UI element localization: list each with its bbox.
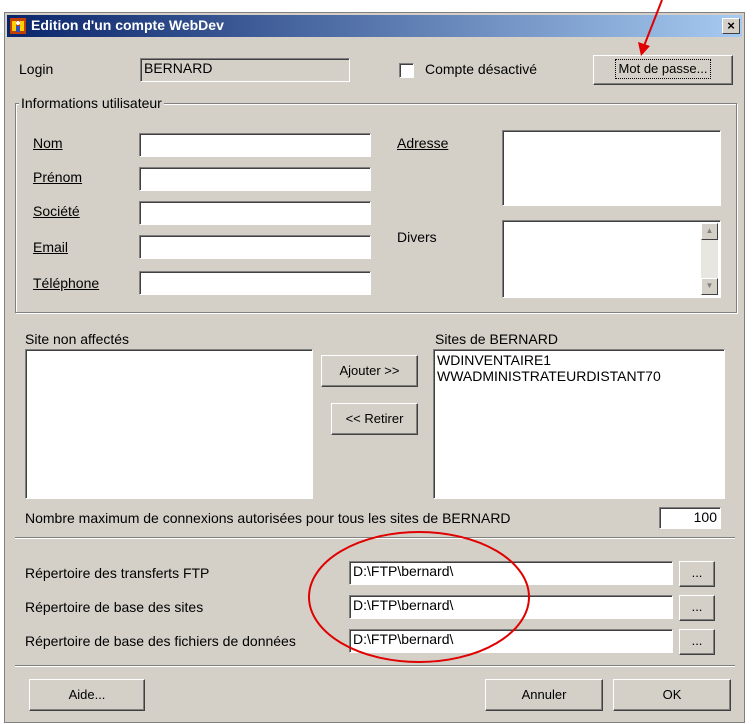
annotation-circle	[308, 531, 530, 663]
annotation-arrow-head	[638, 42, 650, 56]
annotation-arrow-line	[643, 0, 663, 47]
annotation-overlay	[308, 0, 663, 663]
